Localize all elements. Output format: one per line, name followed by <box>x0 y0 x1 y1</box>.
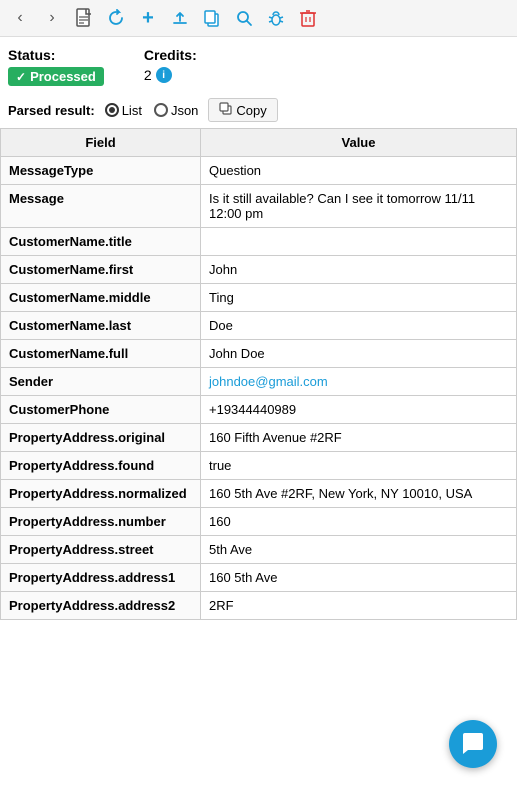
status-credits-section: Status: ✓ Processed Credits: 2 i <box>0 37 517 92</box>
value-cell: 160 Fifth Avenue #2RF <box>201 424 517 452</box>
value-cell: Doe <box>201 312 517 340</box>
table-row: PropertyAddress.foundtrue <box>1 452 517 480</box>
upload-icon[interactable] <box>168 6 192 30</box>
status-block: Status: ✓ Processed <box>8 47 104 86</box>
search-icon[interactable] <box>232 6 256 30</box>
parsed-result-row: Parsed result: List Json Copy <box>0 92 517 128</box>
table-row: MessageIs it still available? Can I see … <box>1 185 517 228</box>
field-cell: PropertyAddress.found <box>1 452 201 480</box>
credits-value-row: 2 i <box>144 67 197 83</box>
table-row: PropertyAddress.normalized160 5th Ave #2… <box>1 480 517 508</box>
field-cell: PropertyAddress.address1 <box>1 564 201 592</box>
table-row: CustomerName.title <box>1 228 517 256</box>
radio-group: List Json <box>105 103 199 118</box>
email-link[interactable]: johndoe@gmail.com <box>209 374 328 389</box>
radio-list-dot <box>109 107 115 113</box>
checkmark-icon: ✓ <box>16 70 26 84</box>
copy-toolbar-icon2[interactable] <box>200 6 224 30</box>
table-row: CustomerName.fullJohn Doe <box>1 340 517 368</box>
value-cell: 160 <box>201 508 517 536</box>
radio-json[interactable]: Json <box>154 103 198 118</box>
value-cell: true <box>201 452 517 480</box>
parsed-result-label: Parsed result: <box>8 103 95 118</box>
radio-list-circle <box>105 103 119 117</box>
copy-button[interactable]: Copy <box>208 98 277 122</box>
field-cell: PropertyAddress.number <box>1 508 201 536</box>
parsed-table: Field Value MessageTypeQuestionMessageIs… <box>0 128 517 620</box>
radio-json-label: Json <box>171 103 198 118</box>
field-cell: CustomerName.middle <box>1 284 201 312</box>
table-row: CustomerName.lastDoe <box>1 312 517 340</box>
radio-json-circle <box>154 103 168 117</box>
value-cell: +19344440989 <box>201 396 517 424</box>
value-cell[interactable]: johndoe@gmail.com <box>201 368 517 396</box>
delete-icon[interactable] <box>296 6 320 30</box>
field-cell: CustomerName.first <box>1 256 201 284</box>
table-row: CustomerName.middleTing <box>1 284 517 312</box>
info-icon[interactable]: i <box>156 67 172 83</box>
field-cell: PropertyAddress.normalized <box>1 480 201 508</box>
field-cell: CustomerName.full <box>1 340 201 368</box>
credits-number: 2 <box>144 67 152 83</box>
field-cell: CustomerName.title <box>1 228 201 256</box>
field-cell: CustomerPhone <box>1 396 201 424</box>
table-wrapper: Field Value MessageTypeQuestionMessageIs… <box>0 128 517 620</box>
table-row: Sender johndoe@gmail.com <box>1 368 517 396</box>
copy-label: Copy <box>236 103 266 118</box>
field-cell: PropertyAddress.original <box>1 424 201 452</box>
status-label: Status: <box>8 47 104 63</box>
copy-icon <box>219 102 232 118</box>
field-cell: Sender <box>1 368 201 396</box>
radio-list-label: List <box>122 103 142 118</box>
value-cell: John <box>201 256 517 284</box>
refresh-icon[interactable] <box>104 6 128 30</box>
table-row: CustomerName.firstJohn <box>1 256 517 284</box>
value-cell: John Doe <box>201 340 517 368</box>
field-cell: PropertyAddress.address2 <box>1 592 201 620</box>
bug-icon[interactable] <box>264 6 288 30</box>
value-cell: Question <box>201 157 517 185</box>
table-row: PropertyAddress.street5th Ave <box>1 536 517 564</box>
radio-list[interactable]: List <box>105 103 142 118</box>
status-badge: ✓ Processed <box>8 67 104 86</box>
table-row: PropertyAddress.address1160 5th Ave <box>1 564 517 592</box>
value-cell <box>201 228 517 256</box>
toolbar: ‹ › + <box>0 0 517 37</box>
document-icon[interactable] <box>72 6 96 30</box>
value-cell: 160 5th Ave <box>201 564 517 592</box>
value-cell: 2RF <box>201 592 517 620</box>
table-row: PropertyAddress.original160 Fifth Avenue… <box>1 424 517 452</box>
table-row: MessageTypeQuestion <box>1 157 517 185</box>
field-cell: CustomerName.last <box>1 312 201 340</box>
credits-label: Credits: <box>144 47 197 63</box>
table-row: PropertyAddress.number160 <box>1 508 517 536</box>
back-icon[interactable]: ‹ <box>8 6 32 30</box>
forward-icon[interactable]: › <box>40 6 64 30</box>
table-row: PropertyAddress.address22RF <box>1 592 517 620</box>
plus-icon[interactable]: + <box>136 6 160 30</box>
field-cell: Message <box>1 185 201 228</box>
status-text: Processed <box>30 69 96 84</box>
field-cell: MessageType <box>1 157 201 185</box>
field-cell: PropertyAddress.street <box>1 536 201 564</box>
chat-button[interactable] <box>449 720 497 768</box>
credits-block: Credits: 2 i <box>144 47 197 83</box>
col-value-header: Value <box>201 129 517 157</box>
value-cell: Is it still available? Can I see it tomo… <box>201 185 517 228</box>
value-cell: 160 5th Ave #2RF, New York, NY 10010, US… <box>201 480 517 508</box>
value-cell: Ting <box>201 284 517 312</box>
value-cell: 5th Ave <box>201 536 517 564</box>
table-row: CustomerPhone+19344440989 <box>1 396 517 424</box>
col-field-header: Field <box>1 129 201 157</box>
